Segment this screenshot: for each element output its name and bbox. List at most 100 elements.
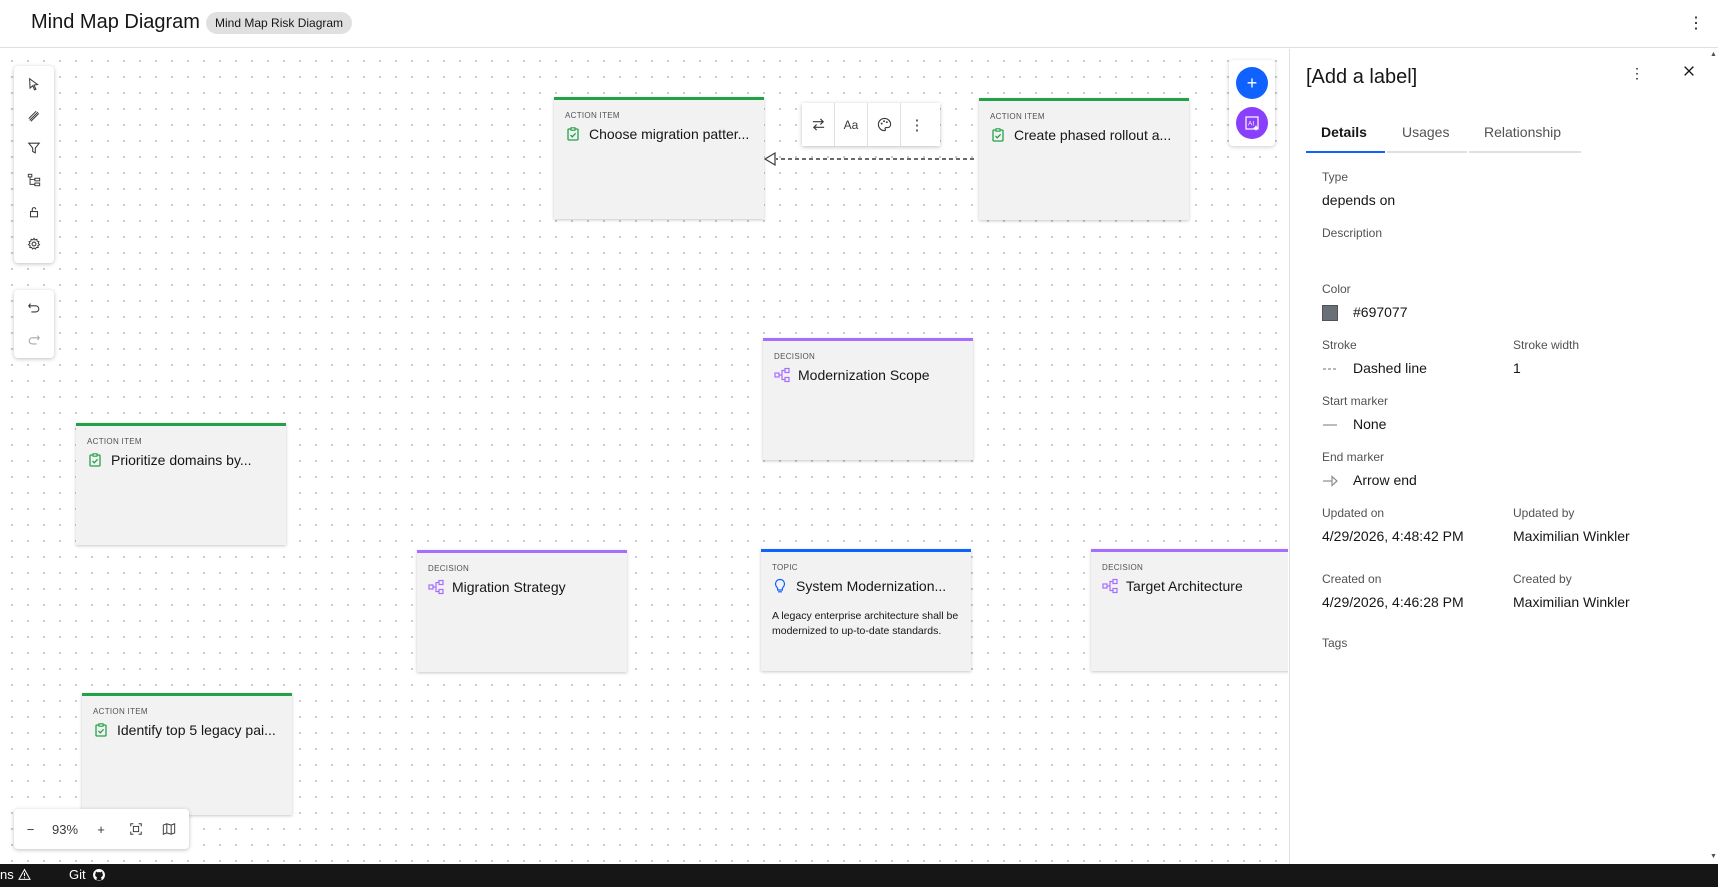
overflow-menu-vertical-icon[interactable]: ⋮ (1629, 61, 1645, 85)
overflow-menu-vertical-icon[interactable]: ⋮ (901, 103, 933, 146)
type-field: Type depends on (1322, 170, 1395, 210)
add-node-button[interactable]: + (1236, 67, 1268, 99)
zoom-level: 93% (51, 821, 79, 837)
decision-node[interactable]: DECISION Modernization Scope (763, 338, 973, 460)
tab-usages[interactable]: Usages (1387, 113, 1467, 153)
field-label: End marker (1322, 450, 1385, 464)
node-title: Create phased rollout a... (1014, 127, 1172, 143)
node-type-label: ACTION ITEM (93, 707, 148, 716)
plus-icon: + (1246, 73, 1258, 93)
tab-relationship[interactable]: Relationship (1469, 113, 1581, 153)
task-icon (93, 722, 109, 738)
field-label: Updated on (1322, 506, 1385, 520)
task-icon (565, 126, 581, 142)
color-swatch[interactable] (1322, 304, 1338, 321)
redo-icon[interactable] (14, 324, 54, 356)
action-item-node[interactable]: ACTION ITEM Choose migration patter... (554, 97, 764, 219)
node-title: Identify top 5 legacy pai... (117, 722, 276, 738)
diagram-type-tag: Mind Map Risk Diagram (206, 12, 353, 34)
undo-icon[interactable] (14, 292, 54, 324)
panel-title[interactable]: [Add a label] (1306, 66, 1417, 89)
line-icon (1322, 417, 1338, 433)
problems-indicator[interactable]: ns (0, 867, 31, 882)
decision-tree-icon (1102, 578, 1118, 594)
close-icon[interactable] (1677, 59, 1701, 83)
diagram-canvas[interactable]: ACTION ITEM Choose migration patter... A… (0, 49, 1288, 864)
tree-layout-icon[interactable] (14, 164, 54, 196)
node-type-label: ACTION ITEM (990, 112, 1045, 121)
field-value: Arrow end (1353, 472, 1417, 488)
panel-scrollbar[interactable]: ▲ ▼ (1709, 49, 1718, 864)
field-label: Tags (1322, 636, 1348, 650)
field-value: Maximilian Winkler (1513, 594, 1630, 610)
settings-gear-icon[interactable] (14, 228, 54, 260)
field-value: Maximilian Winkler (1513, 528, 1630, 544)
select-pointer-icon[interactable] (14, 68, 54, 100)
tab-details[interactable]: Details (1306, 113, 1385, 153)
node-description: A legacy enterprise architecture shall b… (772, 610, 959, 637)
unlock-icon[interactable] (14, 196, 54, 228)
status-bar: ns Git (0, 864, 1718, 887)
description-field[interactable]: Description (1322, 226, 1382, 247)
github-icon (92, 868, 105, 881)
git-label: Git (69, 867, 86, 882)
node-type-label: DECISION (774, 352, 816, 361)
swap-direction-icon[interactable] (802, 103, 834, 146)
action-item-node[interactable]: ACTION ITEM Prioritize domains by... (76, 423, 286, 545)
stroke-width-field[interactable]: Stroke width 1 (1513, 338, 1579, 378)
action-item-node[interactable]: ACTION ITEM Identify top 5 legacy pai... (82, 693, 292, 815)
field-label: Description (1322, 226, 1383, 240)
node-title: Target Architecture (1126, 578, 1243, 594)
scroll-down-arrow[interactable]: ▼ (1710, 853, 1717, 860)
minimap-icon[interactable] (152, 809, 185, 849)
pen-draw-icon[interactable] (14, 100, 54, 132)
filter-icon[interactable] (14, 132, 54, 164)
color-field[interactable]: Color #697077 (1322, 282, 1408, 322)
decision-node[interactable]: DECISION Target Architecture (1091, 549, 1288, 671)
decision-tree-icon (428, 579, 444, 595)
node-title: Modernization Scope (798, 367, 930, 383)
updated-by-field: Updated by Maximilian Winkler (1513, 506, 1630, 546)
scroll-up-arrow[interactable]: ▲ (1710, 51, 1717, 58)
field-value: 4/29/2026, 4:48:42 PM (1322, 528, 1464, 544)
created-by-field: Created by Maximilian Winkler (1513, 572, 1630, 612)
stroke-field[interactable]: Stroke Dashed line (1322, 338, 1427, 378)
field-label: Updated by (1513, 506, 1575, 520)
fit-to-screen-icon[interactable] (119, 809, 152, 849)
node-type-label: ACTION ITEM (87, 437, 142, 446)
decision-tree-icon (774, 367, 790, 383)
field-label: Stroke width (1513, 338, 1580, 352)
tags-field[interactable]: Tags (1322, 636, 1347, 657)
end-marker-field[interactable]: End marker Arrow end (1322, 450, 1417, 490)
field-value: 1 (1513, 360, 1521, 376)
node-title: Choose migration patter... (589, 126, 750, 142)
field-label: Start marker (1322, 394, 1389, 408)
svg-text:AI: AI (1248, 121, 1254, 128)
color-palette-icon[interactable] (868, 103, 900, 146)
overflow-menu-vertical-icon[interactable]: ⋮ (1688, 12, 1704, 36)
page-title: Mind Map Diagram (31, 11, 200, 33)
history-toolbar (14, 290, 54, 358)
ai-assistant-button[interactable]: AI (1236, 107, 1268, 139)
decision-node[interactable]: DECISION Migration Strategy (417, 550, 627, 672)
app-header: Mind Map Diagram Mind Map Risk Diagram ⋮ (0, 0, 1718, 48)
zoom-out-button[interactable]: − (14, 809, 47, 849)
status-text: ns (0, 867, 14, 882)
field-value: 4/29/2026, 4:46:28 PM (1322, 594, 1464, 610)
topic-node[interactable]: TOPIC System Modernization... A legacy e… (761, 549, 971, 671)
text-style-button[interactable]: Aa (835, 103, 867, 146)
start-marker-field[interactable]: Start marker None (1322, 394, 1388, 434)
action-item-node[interactable]: ACTION ITEM Create phased rollout a... (979, 98, 1189, 220)
field-value: Dashed line (1353, 360, 1427, 376)
task-icon (87, 452, 103, 468)
node-title: Prioritize domains by... (111, 452, 252, 468)
arrow-end-icon (1322, 473, 1338, 489)
node-type-label: TOPIC (772, 563, 798, 572)
task-icon (990, 127, 1006, 143)
created-on-field: Created on 4/29/2026, 4:46:28 PM (1322, 572, 1472, 612)
git-indicator[interactable]: Git (69, 867, 106, 882)
zoom-in-button[interactable]: + (83, 809, 119, 849)
properties-panel: [Add a label] ⋮ Details Usages Relations… (1289, 49, 1709, 864)
node-title: Migration Strategy (452, 579, 566, 595)
canvas-toolbar (14, 66, 54, 263)
